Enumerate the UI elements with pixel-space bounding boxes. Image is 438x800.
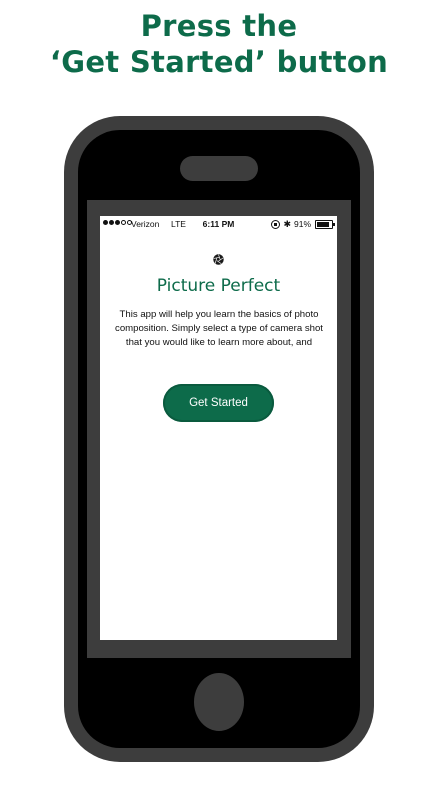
instruction-line-1: Press the	[140, 9, 298, 43]
get-started-button[interactable]: Get Started	[163, 384, 274, 422]
phone-speaker	[180, 156, 258, 181]
battery-percent: 91%	[293, 219, 311, 229]
orientation-lock-icon	[271, 219, 281, 229]
status-indicators: ✱ 91%	[271, 218, 335, 229]
instruction-line-2: ‘Get Started’ button	[49, 45, 389, 79]
aperture-icon	[213, 254, 224, 265]
status-bar: Verizon LTE 6:11 PM ✱ 91%	[100, 216, 337, 232]
battery-icon	[315, 219, 335, 229]
bluetooth-icon: ✱	[283, 218, 291, 229]
phone-screen: Verizon LTE 6:11 PM ✱ 91% Picture Perfec…	[100, 216, 337, 640]
app-description: This app will help you learn the basics …	[115, 309, 323, 348]
app-title: Picture Perfect	[156, 276, 281, 296]
home-button[interactable]	[194, 673, 244, 731]
tutorial-page: Press the ‘Get Started’ button Verizon L…	[0, 0, 438, 800]
instruction-heading: Press the ‘Get Started’ button	[0, 8, 438, 80]
